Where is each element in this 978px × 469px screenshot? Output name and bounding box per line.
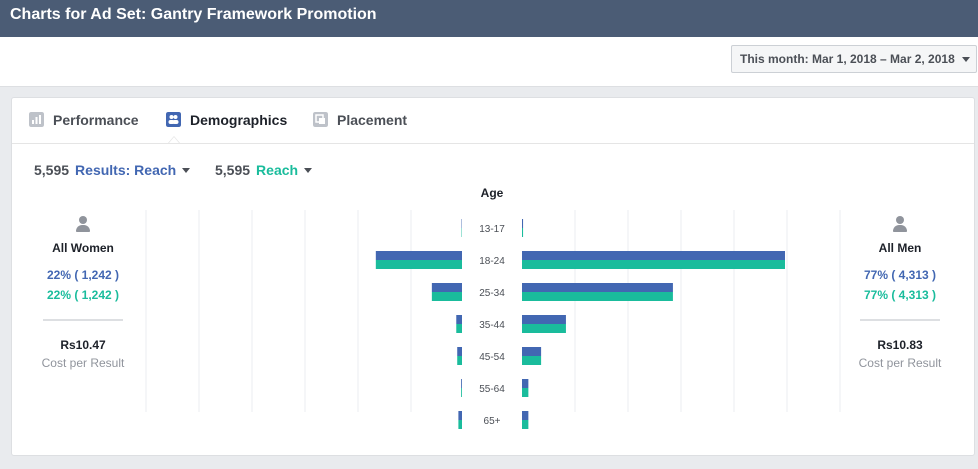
bar-men-results	[522, 283, 673, 292]
chevron-down-icon	[962, 57, 970, 62]
age-tick-label: 45-54	[479, 352, 505, 363]
men-title: All Men	[878, 241, 922, 255]
bar-women-reach	[458, 420, 462, 429]
bar-men-reach	[522, 260, 785, 269]
men-summary: All Men 77% ( 4,313 ) 77% ( 4,313 ) Rs10…	[845, 216, 955, 370]
men-cost-label: Cost per Result	[858, 356, 942, 370]
bar-women-reach	[375, 260, 462, 269]
date-range-label: This month: Mar 1, 2018 – Mar 2, 2018	[740, 52, 955, 66]
woman-icon	[76, 216, 90, 232]
man-icon	[893, 216, 907, 232]
divider	[860, 319, 940, 321]
bar-men-reach	[522, 292, 673, 301]
bar-women-reach	[461, 388, 462, 397]
date-range-dropdown[interactable]: This month: Mar 1, 2018 – Mar 2, 2018	[731, 45, 977, 73]
bar-women-results	[431, 283, 462, 292]
bar-women-reach	[431, 292, 462, 301]
bar-men-results	[522, 411, 529, 420]
bar-men-reach	[522, 388, 529, 397]
age-tick-label: 13-17	[479, 224, 505, 235]
divider	[43, 319, 123, 321]
women-results-pct: 22% ( 1,242 )	[46, 268, 120, 282]
bar-men-reach	[522, 228, 524, 237]
bar-men-reach	[522, 420, 529, 429]
age-gender-chart: 13-17 18-24 25-34 35-44 45-54 55-64 65+	[145, 210, 841, 429]
women-title: All Women	[52, 241, 114, 255]
page-header: Charts for Ad Set: Gantry Framework Prom…	[0, 0, 978, 37]
bar-men-results	[522, 251, 785, 260]
women-reach-pct: 22% ( 1,242 )	[46, 288, 120, 302]
men-results-pct: 77% ( 4,313 )	[863, 268, 937, 282]
age-tick-label: 65+	[484, 416, 501, 427]
bar-women-results	[458, 411, 462, 420]
bar-men-results	[522, 347, 542, 356]
bar-women-results	[456, 315, 462, 324]
age-tick-label: 35-44	[479, 320, 505, 331]
bar-men-reach	[522, 324, 566, 333]
age-tick-label: 18-24	[479, 256, 505, 267]
bar-men-reach	[522, 356, 542, 365]
women-cost: Rs10.47	[60, 338, 106, 352]
bar-women-results	[461, 379, 462, 388]
bar-women-reach	[456, 324, 462, 333]
bar-men-results	[522, 379, 529, 388]
toolbar: This month: Mar 1, 2018 – Mar 2, 2018	[0, 37, 978, 87]
women-summary: All Women 22% ( 1,242 ) 22% ( 1,242 ) Rs…	[28, 216, 138, 370]
page-title: Charts for Ad Set: Gantry Framework Prom…	[10, 6, 377, 23]
bar-women-results	[457, 347, 462, 356]
age-tick-label: 55-64	[479, 384, 505, 395]
bar-men-results	[522, 219, 524, 228]
age-tick-label: 25-34	[479, 288, 505, 299]
bar-men-results	[522, 315, 566, 324]
bar-women-results	[375, 251, 462, 260]
women-cost-label: Cost per Result	[41, 356, 125, 370]
men-reach-pct: 77% ( 4,313 )	[863, 288, 937, 302]
bar-women-reach	[457, 356, 462, 365]
men-cost: Rs10.83	[877, 338, 923, 352]
charts-panel: Performance Demographics Placement 5,595…	[11, 97, 975, 456]
